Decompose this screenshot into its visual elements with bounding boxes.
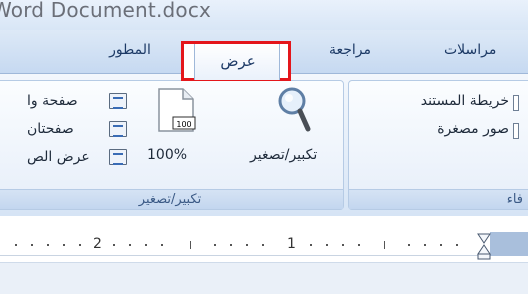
ruler-dot xyxy=(145,244,147,246)
one-page-button[interactable]: صفحة وا xyxy=(1,93,131,115)
ruler-dot xyxy=(440,244,442,246)
ruler-dot xyxy=(230,244,232,246)
tab-view[interactable]: عرض xyxy=(194,44,280,80)
show-hide-group: خريطة المستند صور مصغرة فاء xyxy=(348,80,528,210)
page-100-icon-text: 100 xyxy=(176,120,191,129)
two-pages-icon xyxy=(109,121,127,137)
ruler-dot xyxy=(246,244,248,246)
ruler-strip: 2 1 xyxy=(0,232,490,256)
indent-marker-icon[interactable] xyxy=(476,232,492,260)
page-width-label: عرض الص xyxy=(27,149,90,165)
ribbon-panel: تكبير/تصغير 100 100% صفحة وا صفحتان عرض … xyxy=(0,74,528,216)
horizontal-ruler[interactable]: 2 1 xyxy=(0,232,528,262)
ruler-dot xyxy=(113,244,115,246)
ruler-dot xyxy=(310,244,312,246)
ruler-number: 1 xyxy=(287,236,296,252)
hundred-percent-button[interactable]: 100 100% xyxy=(147,83,209,175)
ruler-dot xyxy=(456,244,458,246)
document-map-checkbox[interactable]: خريطة المستند xyxy=(349,93,519,115)
zoom-button[interactable]: تكبير/تصغير xyxy=(250,83,340,175)
two-pages-button[interactable]: صفحتان xyxy=(1,121,131,143)
tab-review[interactable]: مراجعة xyxy=(320,42,380,64)
ruler-dot xyxy=(408,244,410,246)
show-hide-group-label: فاء xyxy=(349,189,528,209)
tab-developer[interactable]: المطور xyxy=(100,42,160,64)
page-100-icon: 100 xyxy=(158,88,196,132)
ruler-dot xyxy=(79,244,81,246)
ruler-dot xyxy=(129,244,131,246)
title-bar: Word Document.docx xyxy=(0,0,528,30)
ruler-dot xyxy=(326,244,328,246)
ruler-dot xyxy=(262,244,264,246)
ruler-dot xyxy=(63,244,65,246)
ruler-tick xyxy=(384,241,385,249)
thumbnails-label: صور مصغرة xyxy=(437,121,509,137)
ruler-dot xyxy=(47,244,49,246)
tab-mailings[interactable]: مراسلات xyxy=(444,42,528,64)
tab-view-label: عرض xyxy=(220,52,256,70)
ruler-dot xyxy=(15,244,17,246)
document-map-check-icon xyxy=(513,95,519,111)
two-pages-label: صفحتان xyxy=(27,121,74,137)
page-width-button[interactable]: عرض الص xyxy=(1,149,131,171)
page-width-icon xyxy=(109,149,127,165)
document-map-label: خريطة المستند xyxy=(420,93,509,109)
magnifier-icon xyxy=(278,87,311,132)
ruler-dot xyxy=(214,244,216,246)
ruler-tick xyxy=(190,241,191,249)
one-page-label: صفحة وا xyxy=(27,93,78,109)
tab-view-highlight[interactable]: عرض xyxy=(181,41,291,81)
one-page-icon xyxy=(109,93,127,109)
zoom-group-label: تكبير/تصغير xyxy=(0,189,343,209)
zoom-button-label: تكبير/تصغير xyxy=(250,147,318,163)
ruler-dot xyxy=(358,244,360,246)
ruler-right-margin xyxy=(490,232,528,256)
hundred-percent-label: 100% xyxy=(147,147,188,163)
ruler-dot xyxy=(31,244,33,246)
ruler-dot xyxy=(161,244,163,246)
ruler-dot xyxy=(342,244,344,246)
ruler-dot xyxy=(424,244,426,246)
ruler-number: 2 xyxy=(93,236,102,252)
thumbnails-check-icon xyxy=(513,123,519,139)
document-area[interactable] xyxy=(0,262,528,294)
zoom-group: تكبير/تصغير 100 100% صفحة وا صفحتان عرض … xyxy=(0,80,344,210)
thumbnails-checkbox[interactable]: صور مصغرة xyxy=(349,121,519,143)
window-title: Word Document.docx xyxy=(0,0,212,22)
